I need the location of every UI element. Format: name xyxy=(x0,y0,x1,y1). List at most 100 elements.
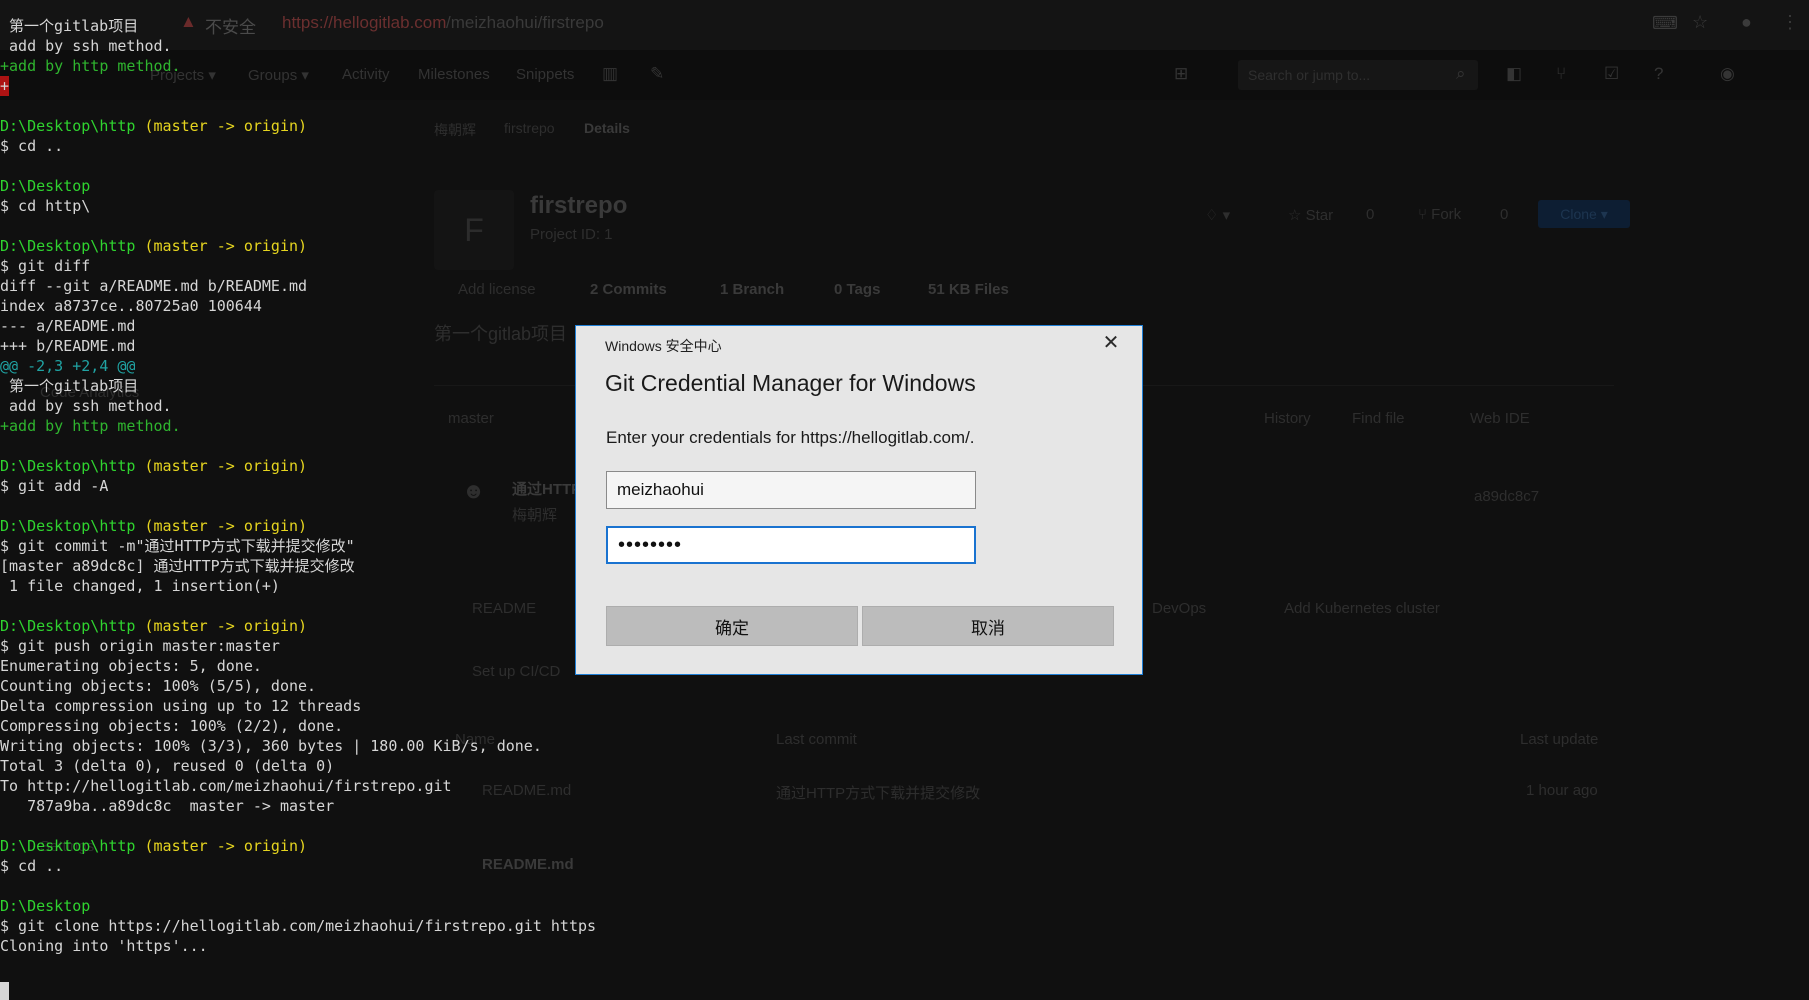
search-icon: ⌕ xyxy=(1456,64,1466,83)
terminal-prompt-line: D:\Desktop\http (master -> origin) xyxy=(0,116,700,136)
user-avatar-icon[interactable]: ◉ xyxy=(1720,64,1735,84)
terminal-line: Cloning into 'https'... xyxy=(0,936,700,956)
terminal-line-text: diff --git a/README.md b/README.md xyxy=(0,277,308,295)
terminal-line-text: index a8737ce..80725a0 100644 xyxy=(0,297,262,315)
terminal-line: 787a9ba..a89dc8c master -> master xyxy=(0,796,700,816)
terminal-line-text: add by ssh method. xyxy=(0,397,172,415)
terminal-line: index a8737ce..80725a0 100644 xyxy=(0,296,700,316)
clone-button[interactable]: Clone ▾ xyxy=(1538,200,1630,228)
terminal-branch: (master -> origin) xyxy=(135,837,308,855)
terminal-line-text: +add by http method. xyxy=(0,57,181,75)
terminal-line-text: 787a9ba..a89dc8c master -> master xyxy=(0,797,335,815)
fork-label: Fork xyxy=(1431,206,1462,223)
password-field[interactable] xyxy=(606,526,976,564)
star-count: 0 xyxy=(1366,206,1375,223)
terminal-line-text: +add by http method. xyxy=(0,417,181,435)
dialog-source: Windows 安全中心 xyxy=(605,338,722,354)
terminal-line: +add by http method. xyxy=(0,56,700,76)
terminal-line-text: $ cd .. xyxy=(0,857,64,875)
ok-button[interactable]: 确定 xyxy=(606,606,858,646)
history-button[interactable]: History xyxy=(1264,410,1311,427)
terminal-branch: (master -> origin) xyxy=(135,617,308,635)
fork-button[interactable]: ⑂ Fork xyxy=(1418,206,1461,223)
terminal-line-text: D:\Desktop xyxy=(0,897,91,915)
terminal-line-text: $ git commit -m"通过HTTP方式下载并提交修改" xyxy=(0,537,355,555)
star-button[interactable]: ☆ Star xyxy=(1288,206,1333,224)
devops-tab[interactable]: DevOps xyxy=(1152,600,1206,617)
terminal-line: Compressing objects: 100% (2/2), done. xyxy=(0,716,700,736)
tags-link[interactable]: 0 Tags xyxy=(834,281,880,298)
terminal-line: diff --git a/README.md b/README.md xyxy=(0,276,700,296)
terminal-line: + xyxy=(0,76,9,96)
terminal-branch: (master -> origin) xyxy=(135,457,308,475)
terminal-line: $ cd .. xyxy=(0,856,700,876)
issues-icon[interactable]: ☑ xyxy=(1604,64,1619,84)
cancel-button[interactable]: 取消 xyxy=(862,606,1114,646)
terminal-branch: (master -> origin) xyxy=(135,117,308,135)
terminal-line-text: D:\Desktop\http xyxy=(0,117,136,135)
terminal-cursor xyxy=(0,982,9,1000)
terminal-branch: (master -> origin) xyxy=(135,237,308,255)
file-updated: 1 hour ago xyxy=(1526,782,1598,799)
branches-link[interactable]: 1 Branch xyxy=(720,281,784,298)
search-placeholder: Search or jump to... xyxy=(1248,67,1371,83)
terminal-line-text: @@ -2,3 +2,4 @@ xyxy=(0,357,136,375)
terminal-line-text: $ git diff xyxy=(0,257,91,275)
terminal-prompt-line: D:\Desktop\http (master -> origin) xyxy=(0,236,700,256)
terminal-line-text: 第一个gitlab项目 xyxy=(0,377,139,395)
credential-dialog: Windows 安全中心 ✕ Git Credential Manager fo… xyxy=(575,325,1143,675)
terminal-line-text: $ git push origin master:master xyxy=(0,637,280,655)
merge-request-icon[interactable]: ⑂ xyxy=(1556,64,1566,84)
terminal-line: 第一个gitlab项目 xyxy=(0,16,700,36)
terminal-line-text: $ git add -A xyxy=(0,477,109,495)
terminal-line-text: Counting objects: 100% (5/5), done. xyxy=(0,677,317,695)
dialog-title: Git Credential Manager for Windows xyxy=(605,370,976,396)
terminal-line-text: D:\Desktop\http xyxy=(0,837,136,855)
web-ide-button[interactable]: Web IDE xyxy=(1470,410,1530,427)
find-file-button[interactable]: Find file xyxy=(1352,410,1405,427)
terminal-line-text: $ git clone https://hellogitlab.com/meiz… xyxy=(0,917,597,935)
terminal-line: Total 3 (delta 0), reused 0 (delta 0) xyxy=(0,756,700,776)
todo-icon[interactable]: ◧ xyxy=(1506,64,1522,84)
help-icon[interactable]: ? xyxy=(1654,64,1663,84)
files-link[interactable]: 51 KB Files xyxy=(928,281,1009,298)
terminal-line-text: + xyxy=(0,77,10,95)
terminal-line-text: add by ssh method. xyxy=(0,37,172,55)
terminal-line-text: Enumerating objects: 5, done. xyxy=(0,657,262,675)
search-input[interactable]: Search or jump to... xyxy=(1238,60,1478,90)
menu-dots-icon[interactable]: ⋮ xyxy=(1781,12,1799,33)
terminal-line-text: --- a/README.md xyxy=(0,317,136,335)
close-icon[interactable]: ✕ xyxy=(1100,332,1122,354)
terminal-line-text: To http://hellogitlab.com/meizhaohui/fir… xyxy=(0,777,452,795)
commit-sha[interactable]: a89dc8c7 xyxy=(1474,488,1539,505)
file-commit[interactable]: 通过HTTP方式下载并提交修改 xyxy=(776,782,980,803)
terminal-line: Delta compression using up to 12 threads xyxy=(0,696,700,716)
star-icon[interactable]: ☆ xyxy=(1692,12,1708,33)
username-field[interactable] xyxy=(606,471,976,509)
plus-icon[interactable]: ⊞ xyxy=(1174,64,1188,84)
terminal-line-text: Total 3 (delta 0), reused 0 (delta 0) xyxy=(0,757,335,775)
translate-icon[interactable]: ⌨ xyxy=(1652,13,1678,34)
terminal-line-text: +++ b/README.md xyxy=(0,337,136,355)
notification-icon[interactable]: ♢ ▾ xyxy=(1205,206,1230,224)
terminal-line-text: D:\Desktop\http xyxy=(0,517,136,535)
terminal-prompt-line: D:\Desktop xyxy=(0,896,700,916)
terminal-line-text: D:\Desktop\http xyxy=(0,457,136,475)
col-last-update: Last update xyxy=(1520,731,1599,748)
terminal-line-text: $ cd http\ xyxy=(0,197,91,215)
terminal-line: To http://hellogitlab.com/meizhaohui/fir… xyxy=(0,776,700,796)
profile-icon[interactable]: ● xyxy=(1741,12,1752,33)
terminal-line-text: Writing objects: 100% (3/3), 360 bytes |… xyxy=(0,737,542,755)
terminal-line: $ cd http\ xyxy=(0,196,700,216)
terminal-line-text: Cloning into 'https'... xyxy=(0,937,208,955)
terminal-line-text: 1 file changed, 1 insertion(+) xyxy=(0,577,280,595)
terminal-line-text: D:\Desktop xyxy=(0,177,91,195)
terminal-line: Counting objects: 100% (5/5), done. xyxy=(0,676,700,696)
terminal-branch: (master -> origin) xyxy=(135,517,308,535)
kubernetes-tab[interactable]: Add Kubernetes cluster xyxy=(1284,600,1440,617)
